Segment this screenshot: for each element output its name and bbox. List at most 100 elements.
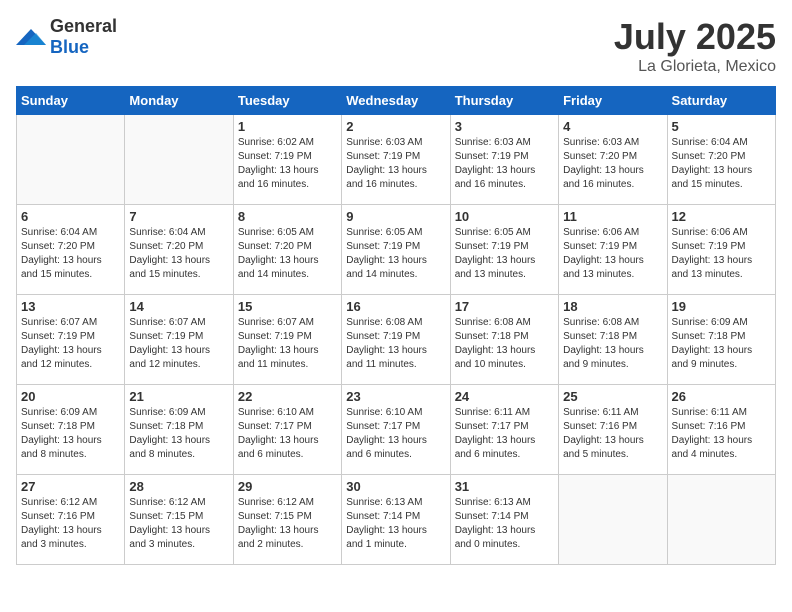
calendar-cell: 5 Sunrise: 6:04 AM Sunset: 7:20 PM Daylig… <box>667 115 775 205</box>
calendar-cell: 7 Sunrise: 6:04 AM Sunset: 7:20 PM Daylig… <box>125 205 233 295</box>
calendar-cell: 3Sunrise: 6:03 AM Sunset: 7:19 PM Daylig… <box>450 115 558 205</box>
day-info: Sunrise: 6:12 AM Sunset: 7:15 PM Dayligh… <box>129 496 228 552</box>
weekday-header-friday: Friday <box>559 87 667 115</box>
day-number: 2 <box>346 119 445 134</box>
week-row-1: 1 Sunrise: 6:02 AM Sunset: 7:19 PM Daylig… <box>17 115 776 205</box>
week-row-4: 20 Sunrise: 6:09 AM Sunset: 7:18 PM Dayli… <box>17 385 776 475</box>
calendar-cell: 29 Sunrise: 6:12 AM Sunset: 7:15 PM Dayli… <box>233 475 341 565</box>
day-info: Sunrise: 6:12 AM Sunset: 7:15 PM Dayligh… <box>238 496 337 552</box>
day-number: 26 <box>672 389 771 404</box>
day-number: 3 <box>455 119 554 134</box>
calendar-subtitle: La Glorieta, Mexico <box>614 58 776 76</box>
logo: General Blue <box>16 16 117 58</box>
logo-blue: Blue <box>50 37 89 57</box>
day-number: 18 <box>563 299 662 314</box>
week-row-2: 6 Sunrise: 6:04 AM Sunset: 7:20 PM Daylig… <box>17 205 776 295</box>
calendar-cell: 1 Sunrise: 6:02 AM Sunset: 7:19 PM Daylig… <box>233 115 341 205</box>
day-info: Sunrise: 6:13 AM Sunset: 7:14 PM Dayligh… <box>346 496 445 552</box>
logo-general: General <box>50 16 117 36</box>
day-number: 29 <box>238 479 337 494</box>
day-number: 20 <box>21 389 120 404</box>
day-number: 27 <box>21 479 120 494</box>
calendar-cell <box>559 475 667 565</box>
day-number: 9 <box>346 209 445 224</box>
day-info: Sunrise: 6:04 AM Sunset: 7:20 PM Dayligh… <box>129 226 228 282</box>
day-info: Sunrise: 6:03 AM Sunset: 7:19 PM Dayligh… <box>346 136 445 192</box>
day-info: Sunrise: 6:04 AM Sunset: 7:20 PM Dayligh… <box>672 136 771 192</box>
weekday-header-thursday: Thursday <box>450 87 558 115</box>
day-number: 8 <box>238 209 337 224</box>
calendar-cell: 12 Sunrise: 6:06 AM Sunset: 7:19 PM Dayli… <box>667 205 775 295</box>
day-info: Sunrise: 6:11 AM Sunset: 7:16 PM Dayligh… <box>563 406 662 462</box>
day-number: 6 <box>21 209 120 224</box>
day-info: Sunrise: 6:08 AM Sunset: 7:19 PM Dayligh… <box>346 316 445 372</box>
calendar-cell: 16Sunrise: 6:08 AM Sunset: 7:19 PM Dayli… <box>342 295 450 385</box>
day-number: 4 <box>563 119 662 134</box>
calendar-cell: 25 Sunrise: 6:11 AM Sunset: 7:16 PM Dayli… <box>559 385 667 475</box>
calendar-cell <box>125 115 233 205</box>
day-number: 7 <box>129 209 228 224</box>
day-info: Sunrise: 6:06 AM Sunset: 7:19 PM Dayligh… <box>672 226 771 282</box>
calendar-cell: 2 Sunrise: 6:03 AM Sunset: 7:19 PM Daylig… <box>342 115 450 205</box>
day-info: Sunrise: 6:05 AM Sunset: 7:19 PM Dayligh… <box>346 226 445 282</box>
day-number: 21 <box>129 389 228 404</box>
day-info: Sunrise: 6:10 AM Sunset: 7:17 PM Dayligh… <box>238 406 337 462</box>
day-info: Sunrise: 6:05 AM Sunset: 7:19 PM Dayligh… <box>455 226 554 282</box>
calendar-table: SundayMondayTuesdayWednesdayThursdayFrid… <box>16 86 776 565</box>
calendar-title: July 2025 <box>614 16 776 58</box>
calendar-cell: 30Sunrise: 6:13 AM Sunset: 7:14 PM Dayli… <box>342 475 450 565</box>
calendar-cell: 18 Sunrise: 6:08 AM Sunset: 7:18 PM Dayli… <box>559 295 667 385</box>
calendar-cell: 24 Sunrise: 6:11 AM Sunset: 7:17 PM Dayli… <box>450 385 558 475</box>
weekday-header-row: SundayMondayTuesdayWednesdayThursdayFrid… <box>17 87 776 115</box>
day-info: Sunrise: 6:07 AM Sunset: 7:19 PM Dayligh… <box>129 316 228 372</box>
day-number: 1 <box>238 119 337 134</box>
calendar-cell: 19 Sunrise: 6:09 AM Sunset: 7:18 PM Dayli… <box>667 295 775 385</box>
logo-icon <box>16 25 46 49</box>
calendar-cell: 22Sunrise: 6:10 AM Sunset: 7:17 PM Dayli… <box>233 385 341 475</box>
day-info: Sunrise: 6:09 AM Sunset: 7:18 PM Dayligh… <box>129 406 228 462</box>
day-number: 17 <box>455 299 554 314</box>
calendar-cell: 10 Sunrise: 6:05 AM Sunset: 7:19 PM Dayli… <box>450 205 558 295</box>
weekday-header-saturday: Saturday <box>667 87 775 115</box>
weekday-header-wednesday: Wednesday <box>342 87 450 115</box>
day-info: Sunrise: 6:10 AM Sunset: 7:17 PM Dayligh… <box>346 406 445 462</box>
day-info: Sunrise: 6:08 AM Sunset: 7:18 PM Dayligh… <box>563 316 662 372</box>
day-info: Sunrise: 6:07 AM Sunset: 7:19 PM Dayligh… <box>21 316 120 372</box>
day-info: Sunrise: 6:04 AM Sunset: 7:20 PM Dayligh… <box>21 226 120 282</box>
day-number: 19 <box>672 299 771 314</box>
weekday-header-monday: Monday <box>125 87 233 115</box>
calendar-cell: 14Sunrise: 6:07 AM Sunset: 7:19 PM Dayli… <box>125 295 233 385</box>
day-number: 23 <box>346 389 445 404</box>
day-info: Sunrise: 6:02 AM Sunset: 7:19 PM Dayligh… <box>238 136 337 192</box>
day-number: 11 <box>563 209 662 224</box>
calendar-cell: 20 Sunrise: 6:09 AM Sunset: 7:18 PM Dayli… <box>17 385 125 475</box>
day-number: 28 <box>129 479 228 494</box>
title-block: July 2025 La Glorieta, Mexico <box>614 16 776 76</box>
day-info: Sunrise: 6:06 AM Sunset: 7:19 PM Dayligh… <box>563 226 662 282</box>
day-info: Sunrise: 6:09 AM Sunset: 7:18 PM Dayligh… <box>672 316 771 372</box>
day-number: 24 <box>455 389 554 404</box>
calendar-cell <box>17 115 125 205</box>
day-info: Sunrise: 6:03 AM Sunset: 7:20 PM Dayligh… <box>563 136 662 192</box>
day-info: Sunrise: 6:07 AM Sunset: 7:19 PM Dayligh… <box>238 316 337 372</box>
day-number: 5 <box>672 119 771 134</box>
weekday-header-tuesday: Tuesday <box>233 87 341 115</box>
day-number: 25 <box>563 389 662 404</box>
page-header: General Blue July 2025 La Glorieta, Mexi… <box>16 16 776 76</box>
day-info: Sunrise: 6:13 AM Sunset: 7:14 PM Dayligh… <box>455 496 554 552</box>
day-info: Sunrise: 6:09 AM Sunset: 7:18 PM Dayligh… <box>21 406 120 462</box>
day-info: Sunrise: 6:11 AM Sunset: 7:17 PM Dayligh… <box>455 406 554 462</box>
day-info: Sunrise: 6:11 AM Sunset: 7:16 PM Dayligh… <box>672 406 771 462</box>
calendar-cell <box>667 475 775 565</box>
calendar-cell: 8 Sunrise: 6:05 AM Sunset: 7:20 PM Daylig… <box>233 205 341 295</box>
calendar-cell: 15 Sunrise: 6:07 AM Sunset: 7:19 PM Dayli… <box>233 295 341 385</box>
calendar-cell: 23 Sunrise: 6:10 AM Sunset: 7:17 PM Dayli… <box>342 385 450 475</box>
day-number: 13 <box>21 299 120 314</box>
day-number: 15 <box>238 299 337 314</box>
calendar-cell: 21 Sunrise: 6:09 AM Sunset: 7:18 PM Dayli… <box>125 385 233 475</box>
calendar-cell: 28 Sunrise: 6:12 AM Sunset: 7:15 PM Dayli… <box>125 475 233 565</box>
day-number: 10 <box>455 209 554 224</box>
calendar-cell: 26 Sunrise: 6:11 AM Sunset: 7:16 PM Dayli… <box>667 385 775 475</box>
day-number: 12 <box>672 209 771 224</box>
day-info: Sunrise: 6:05 AM Sunset: 7:20 PM Dayligh… <box>238 226 337 282</box>
